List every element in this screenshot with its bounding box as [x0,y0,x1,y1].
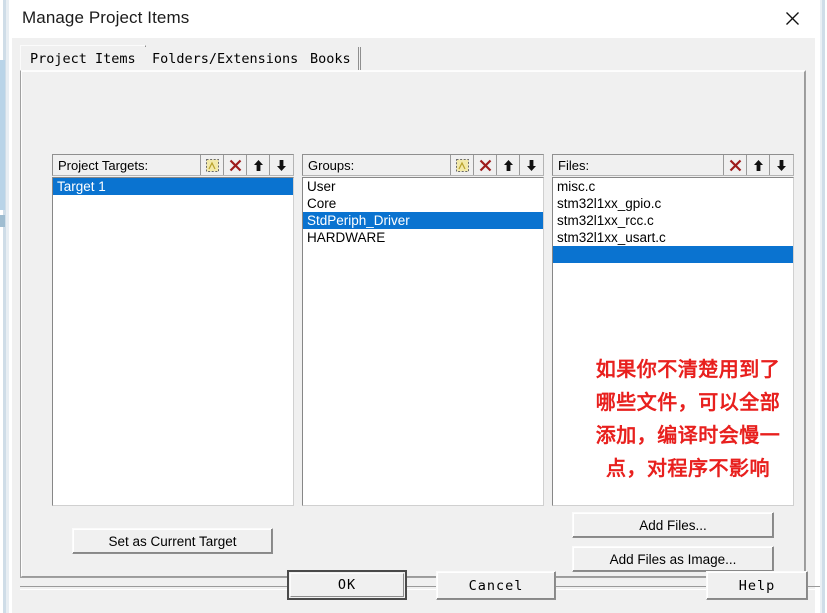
set-as-current-target-button[interactable]: Set as Current Target [72,528,273,554]
close-icon[interactable] [769,0,815,36]
groups-label: Groups: [308,157,355,173]
project-items-panel: Project Targets: Target 1 Groups: User C… [20,70,806,578]
files-toolbar [723,155,792,175]
new-item-icon[interactable] [450,155,473,175]
delete-icon[interactable] [223,155,246,175]
tab-project-items[interactable]: Project Items [20,45,146,72]
button-label: Set as Current Target [108,533,237,549]
files-label: Files: [558,157,590,173]
new-item-icon[interactable] [200,155,223,175]
move-down-icon[interactable] [269,155,292,175]
manage-project-items-dialog: Manage Project Items Project Items Folde… [0,0,827,613]
project-targets-toolbar [200,155,292,175]
add-files-button[interactable]: Add Files... [572,512,774,538]
ok-button[interactable]: OK [287,570,407,600]
list-item[interactable]: Core [303,195,543,212]
list-item[interactable]: stm32l1xx_usart.c [553,229,793,246]
files-header: Files: [552,154,794,176]
footer-separator [20,586,820,590]
annotation-line: 添加，编译时会慢一 [595,423,781,447]
project-targets-label: Project Targets: [58,157,149,173]
button-label: Add Files... [639,517,707,533]
annotation-line: 如果你不清楚用到了 [595,357,781,381]
tab-books[interactable]: Books [301,47,361,70]
tab-strip: Project Items Folders/Extensions Books [20,45,806,72]
window-title: Manage Project Items [22,8,190,27]
add-files-as-image-button[interactable]: Add Files as Image... [572,546,774,572]
annotation-line: 哪些文件，可以全部 [595,390,781,414]
list-item[interactable]: misc.c [553,178,793,195]
move-down-icon[interactable] [519,155,542,175]
help-button[interactable]: Help [706,571,808,600]
tab-strip-end-divider [358,47,359,70]
tab-label: Books [310,50,351,67]
annotation-note: 如果你不清楚用到了 哪些文件，可以全部 添加，编译时会慢一 点，对程序不影响 [575,353,801,485]
delete-icon[interactable] [723,155,746,175]
list-item[interactable]: stm32l1xx_rcc.c [553,212,793,229]
annotation-line: 点，对程序不影响 [606,456,770,480]
groups-list[interactable]: User Core StdPeriph_Driver HARDWARE [302,177,544,506]
move-down-icon[interactable] [769,155,792,175]
move-up-icon[interactable] [496,155,519,175]
project-targets-header: Project Targets: [52,154,294,176]
move-up-icon[interactable] [746,155,769,175]
dialog-client-area: Project Items Folders/Extensions Books P… [12,38,820,613]
background-sliver-lower [0,215,5,227]
list-item[interactable]: HARDWARE [303,229,543,246]
title-bar: Manage Project Items [12,0,815,39]
background-sliver-upper [0,60,5,210]
list-item[interactable]: stm32l1xx_gpio.c [553,195,793,212]
button-label: Help [738,577,776,594]
button-label: Add Files as Image... [609,551,737,567]
list-item[interactable]: User [303,178,543,195]
groups-toolbar [450,155,542,175]
button-label: OK [290,573,404,597]
delete-icon[interactable] [473,155,496,175]
tab-folders-extensions[interactable]: Folders/Extensions [143,47,309,70]
move-up-icon[interactable] [246,155,269,175]
tab-label: Folders/Extensions [152,50,299,67]
tab-label: Project Items [30,51,136,67]
project-targets-list[interactable]: Target 1 [52,177,294,506]
button-label: Cancel [468,577,524,594]
groups-header: Groups: [302,154,544,176]
list-item[interactable]: StdPeriph_Driver [303,212,543,229]
list-item[interactable] [553,246,793,263]
list-item[interactable]: Target 1 [53,178,293,195]
window-right-edge [815,0,827,613]
cancel-button[interactable]: Cancel [436,571,556,600]
